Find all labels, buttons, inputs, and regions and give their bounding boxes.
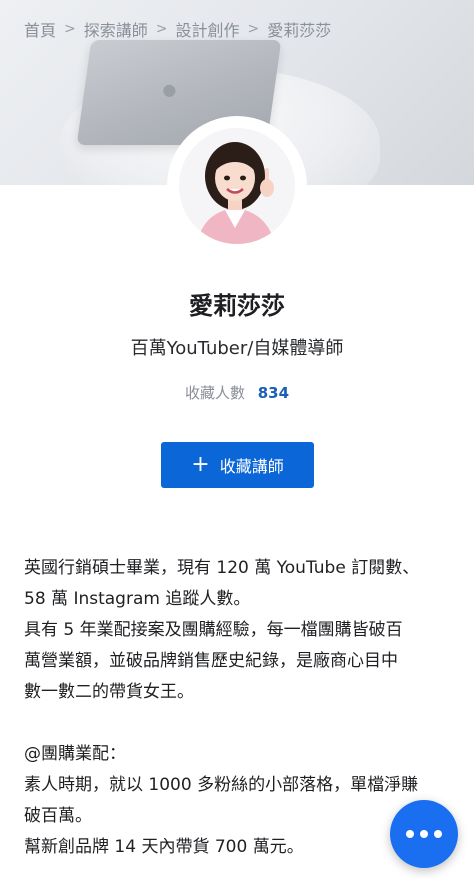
instructor-name: 愛莉莎莎 [189,292,285,320]
breadcrumb: 首頁 > 探索講師 > 設計創作 > 愛莉莎莎 [24,16,331,42]
avatar [179,128,295,244]
breadcrumb-design-creation[interactable]: 設計創作 [176,17,240,41]
bio-line: @團購業配： [24,744,126,764]
favorite-instructor-button[interactable]: + 收藏講師 [161,442,314,488]
more-dots-icon [406,830,414,838]
bio-line: 具有 5 年業配接案及團購經驗，每一檔團購皆破百 [24,620,403,640]
bio-line: 58 萬 Instagram 追蹤人數。 [24,589,251,609]
bio-line: 素人時期，就以 1000 多粉絲的小部落格，單檔淨賺 [24,775,419,795]
favorites-info: 收藏人數 834 [0,382,474,403]
bio-line: 英國行銷碩士畢業，現有 120 萬 YouTube 訂閱數、 [24,558,420,578]
favorites-count: 834 [257,384,290,402]
avatar-frame [167,116,307,256]
bio-line: 數一數二的帶貨女王。 [24,682,194,702]
plus-icon: + [191,452,210,477]
instructor-bio: 英國行銷碩士畢業，現有 120 萬 YouTube 訂閱數、 58 萬 Inst… [24,553,454,863]
bio-spacer [24,708,454,739]
breadcrumb-explore-instructors[interactable]: 探索講師 [84,17,148,41]
chevron-right-icon: > [155,21,168,37]
chevron-right-icon: > [64,21,76,37]
favorites-label: 收藏人數 [184,384,245,402]
bio-line: 萬營業額，並破品牌銷售歷史紀錄，是廠商心目中 [24,651,398,671]
more-dots-icon [420,830,428,838]
avatar-portrait-icon [179,128,295,244]
chevron-right-icon: > [247,21,260,37]
favorite-button-label: 收藏講師 [219,457,284,476]
chat-button[interactable] [390,800,458,868]
breadcrumb-home[interactable]: 首頁 [24,17,56,41]
instructor-title: 百萬YouTuber/自媒體導師 [130,338,344,359]
more-dots-icon [434,830,442,838]
breadcrumb-current: 愛莉莎莎 [267,21,332,40]
apple-logo-icon: ● [162,80,177,99]
